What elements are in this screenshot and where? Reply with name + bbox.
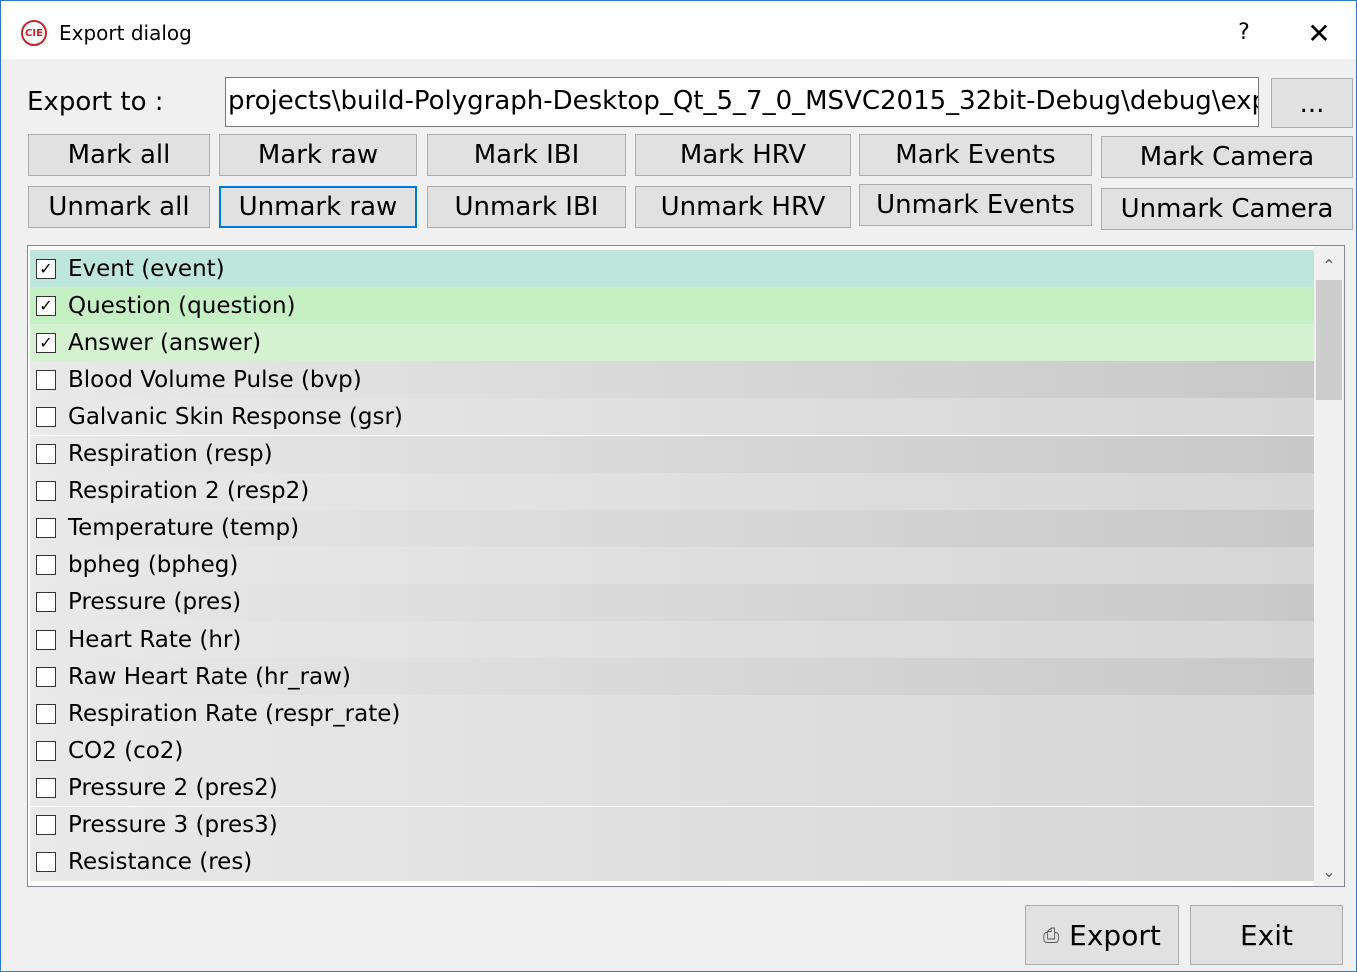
checkbox-unchecked[interactable] <box>36 666 56 687</box>
list-item-label: Pressure (pres) <box>68 589 242 616</box>
list-item[interactable]: Temperature (temp) <box>30 509 1314 547</box>
list-item-label: Respiration Rate (respr_rate) <box>68 700 401 727</box>
list-item[interactable]: Respiration 2 (resp2) <box>30 472 1314 510</box>
list-item-label: Pressure 3 (pres3) <box>68 812 278 838</box>
checkbox-unchecked[interactable] <box>36 740 56 761</box>
checkbox-unchecked[interactable] <box>36 815 56 835</box>
channel-list[interactable]: ✓ Event (event) ✓ Question (question) ✓ Answe… <box>27 245 1345 887</box>
scroll-thumb[interactable] <box>1316 280 1342 400</box>
unmark-raw-button[interactable]: Unmark raw <box>219 186 417 228</box>
unmark-camera-button[interactable]: Unmark Camera <box>1101 188 1353 230</box>
list-item[interactable]: ✓ Answer (answer) <box>30 324 1314 362</box>
list-item-label: Heart Rate (hr) <box>68 626 242 653</box>
mark-raw-button[interactable]: Mark raw <box>219 134 417 176</box>
export-to-label: Export to : <box>27 87 164 117</box>
checkbox-unchecked[interactable] <box>36 852 56 873</box>
scroll-up-arrow-icon[interactable]: ⌃ <box>1314 250 1344 280</box>
export-button-label: Export <box>1069 918 1161 952</box>
mark-hrv-button[interactable]: Mark HRV <box>635 134 851 176</box>
checkbox-checked[interactable]: ✓ <box>36 258 56 279</box>
checkbox-unchecked[interactable] <box>36 518 56 539</box>
list-item-label: Temperature (temp) <box>68 515 300 542</box>
list-item[interactable]: Respiration (resp) <box>30 435 1314 473</box>
checkbox-unchecked[interactable] <box>36 369 56 390</box>
list-item-label: Galvanic Skin Response (gsr) <box>68 403 403 430</box>
list-item-label: Raw Heart Rate (hr_raw) <box>68 663 351 690</box>
list-item[interactable]: Pressure 3 (pres3) <box>30 806 1314 844</box>
list-item[interactable]: Pressure 2 (pres2) <box>30 769 1314 807</box>
export-dialog: CIE Export dialog ? ✕ Export to : projec… <box>0 0 1357 972</box>
scroll-down-arrow-icon[interactable]: ⌄ <box>1314 858 1344 884</box>
browse-button[interactable]: ... <box>1271 78 1353 128</box>
checkbox-unchecked[interactable] <box>36 592 56 613</box>
checkbox-checked[interactable]: ✓ <box>36 332 56 353</box>
list-item-label: bpheg (bpheg) <box>68 552 239 579</box>
list-item-label: Blood Volume Pulse (bvp) <box>68 366 362 393</box>
checkbox-unchecked[interactable] <box>36 444 56 464</box>
mark-ibi-button[interactable]: Mark IBI <box>427 134 626 176</box>
mark-camera-button[interactable]: Mark Camera <box>1101 136 1353 178</box>
export-path-input[interactable]: projects\build-Polygraph-Desktop_Qt_5_7_… <box>225 77 1259 127</box>
window-title: Export dialog <box>59 21 192 45</box>
list-item[interactable]: CO2 (co2) <box>30 732 1314 770</box>
list-item-label: Resistance (res) <box>68 849 253 876</box>
checkbox-unchecked[interactable] <box>36 555 56 576</box>
checkbox-unchecked[interactable] <box>36 777 56 798</box>
list-item[interactable]: ✓ Event (event) <box>30 250 1314 287</box>
export-button[interactable]: ⎙ Export <box>1025 905 1179 965</box>
exit-button[interactable]: Exit <box>1190 905 1343 965</box>
list-item-label: Event (event) <box>68 255 225 282</box>
checkbox-checked[interactable]: ✓ <box>36 295 56 316</box>
unmark-ibi-button[interactable]: Unmark IBI <box>427 186 626 228</box>
checkbox-unchecked[interactable] <box>36 481 56 502</box>
checkbox-unchecked[interactable] <box>36 629 56 650</box>
unmark-hrv-button[interactable]: Unmark HRV <box>635 186 851 228</box>
list-item-label: Pressure 2 (pres2) <box>68 774 278 801</box>
app-logo-icon: CIE <box>21 20 47 46</box>
list-item-label: CO2 (co2) <box>68 737 184 764</box>
list-item-label: Question (question) <box>68 292 296 319</box>
list-item[interactable]: Heart Rate (hr) <box>30 621 1314 658</box>
help-button[interactable]: ? <box>1229 15 1259 49</box>
list-item-label: Respiration 2 (resp2) <box>68 478 310 505</box>
unmark-all-button[interactable]: Unmark all <box>28 186 210 228</box>
close-button[interactable]: ✕ <box>1297 13 1341 53</box>
mark-events-button[interactable]: Mark Events <box>859 134 1092 176</box>
list-item[interactable]: Raw Heart Rate (hr_raw) <box>30 658 1314 696</box>
list-item[interactable]: Pressure (pres) <box>30 583 1314 621</box>
unmark-events-button[interactable]: Unmark Events <box>859 184 1092 226</box>
list-item[interactable]: bpheg (bpheg) <box>30 546 1314 584</box>
list-item-label: Answer (answer) <box>68 329 262 356</box>
list-item[interactable]: ✓ Question (question) <box>30 287 1314 325</box>
checkbox-unchecked[interactable] <box>36 406 56 427</box>
list-item[interactable]: Respiration Rate (respr_rate) <box>30 695 1314 733</box>
export-icon: ⎙ <box>1043 923 1060 947</box>
title-bar: CIE Export dialog ? ✕ <box>1 1 1356 59</box>
mark-all-button[interactable]: Mark all <box>28 134 210 176</box>
list-item[interactable]: Galvanic Skin Response (gsr) <box>30 398 1314 436</box>
list-item[interactable]: Resistance (res) <box>30 843 1314 881</box>
list-item-label: Respiration (resp) <box>68 441 273 467</box>
list-item[interactable]: Blood Volume Pulse (bvp) <box>30 361 1314 399</box>
checkbox-unchecked[interactable] <box>36 703 56 724</box>
vertical-scrollbar[interactable]: ⌃ ⌄ <box>1314 246 1344 886</box>
